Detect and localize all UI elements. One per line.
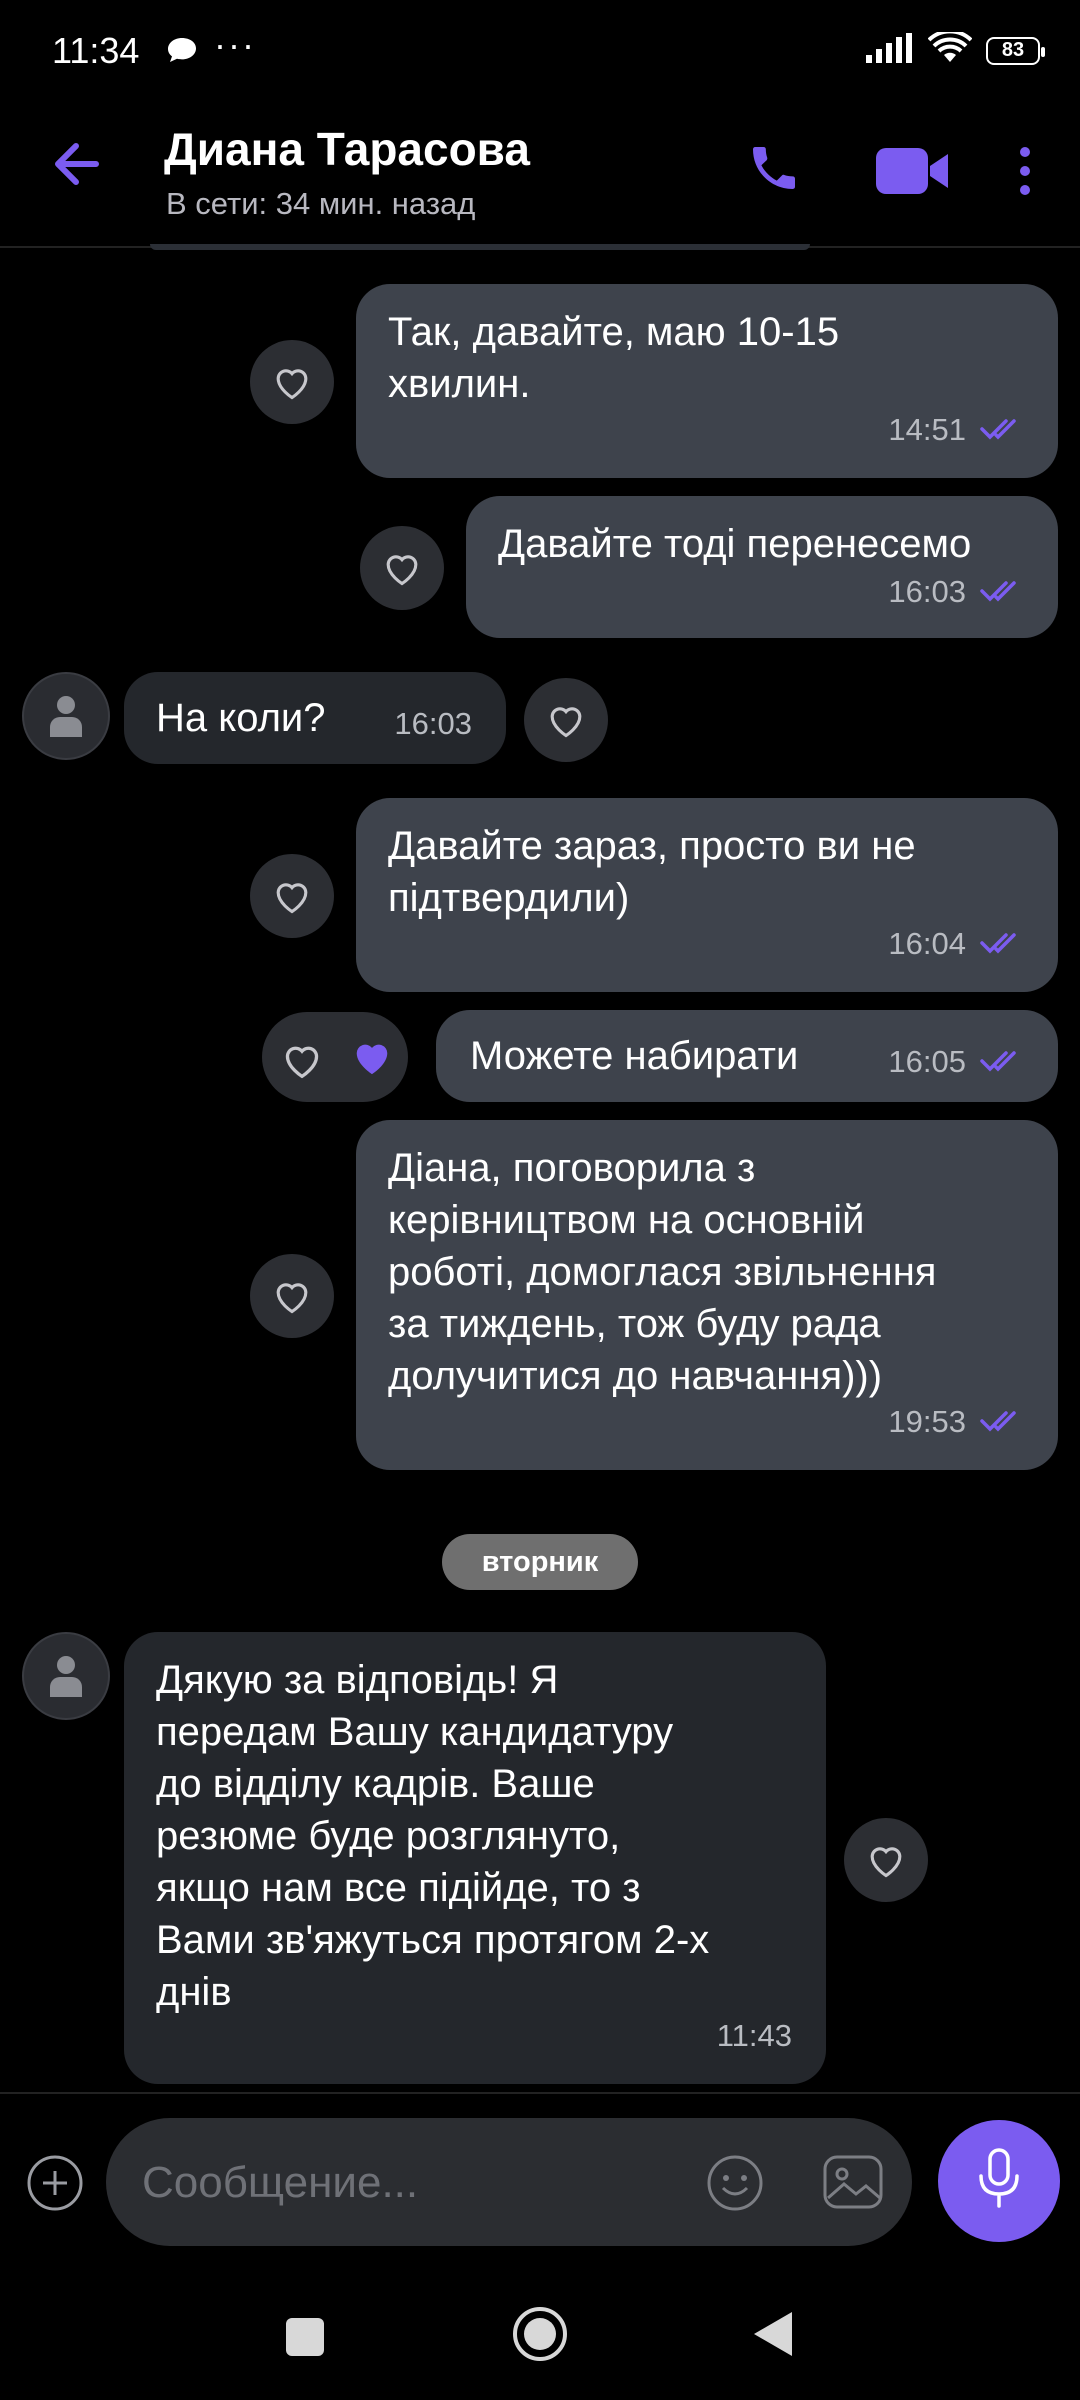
- message-text-line: передам Вашу кандидатуру: [156, 1710, 674, 1754]
- composer-divider: [0, 2092, 1080, 2094]
- message-meta: 16:03: [888, 566, 1024, 618]
- back-arrow-icon[interactable]: [52, 142, 100, 191]
- message-text-line: підтвердили): [388, 876, 630, 920]
- message-text-line: Вами зв'яжуться протягом 2-х: [156, 1918, 710, 1962]
- message-time: 16:03: [888, 574, 966, 609]
- incoming-message[interactable]: На коли? 16:03: [124, 672, 506, 764]
- message-text-line: якщо нам все підійде, то з: [156, 1866, 641, 1910]
- incoming-message[interactable]: Дякую за відповідь! Я передам Вашу канди…: [124, 1632, 826, 2084]
- double-check-icon: [980, 566, 1024, 618]
- emoji-icon[interactable]: [706, 2154, 764, 2217]
- message-time: 14:51: [888, 412, 966, 447]
- message-text-line: Дякую за відповідь! Я: [156, 1658, 559, 1702]
- contact-avatar[interactable]: [22, 1632, 110, 1720]
- outgoing-message[interactable]: Діана, поговорила з керівництвом на осно…: [356, 1120, 1058, 1470]
- liked-heart-icon[interactable]: [348, 1036, 396, 1083]
- double-check-icon: [980, 1036, 1024, 1088]
- message-meta: 19:53: [888, 1396, 1024, 1448]
- double-check-icon: [980, 918, 1024, 970]
- video-camera-icon[interactable]: [874, 146, 950, 201]
- like-heart-icon[interactable]: [250, 340, 334, 424]
- contact-status: В сети: 34 мин. назад: [166, 186, 476, 221]
- phone-icon[interactable]: [746, 140, 802, 201]
- message-meta: 14:51: [888, 404, 1024, 456]
- gallery-icon[interactable]: [822, 2154, 884, 2215]
- like-heart-icon[interactable]: [250, 1254, 334, 1338]
- microphone-icon: [977, 2147, 1021, 2215]
- message-text-line: днів: [156, 1970, 232, 2014]
- date-separator: вторник: [442, 1534, 638, 1590]
- status-icons: 83: [866, 29, 1045, 69]
- message-text-line: Давайте зараз, просто ви не: [388, 824, 916, 868]
- home-button[interactable]: [512, 2306, 568, 2367]
- message-text-line: роботі, домоглася звільнення: [388, 1250, 937, 1294]
- previous-message-edge: [150, 244, 810, 250]
- message-text-line: керівництвом на основній: [388, 1198, 865, 1242]
- message-composer[interactable]: [106, 2118, 912, 2248]
- message-time: 19:53: [888, 1404, 966, 1439]
- chat-bubble-icon: [166, 36, 198, 69]
- microphone-button[interactable]: [938, 2120, 1060, 2242]
- add-icon[interactable]: [26, 2154, 84, 2217]
- like-heart-icon[interactable]: [524, 678, 608, 762]
- message-text-line: резюме буде розглянуто,: [156, 1814, 621, 1858]
- like-heart-icon[interactable]: [844, 1818, 928, 1902]
- outgoing-message[interactable]: Так, давайте, маю 10-15 хвилин. 14:51: [356, 284, 1058, 478]
- double-check-icon: [980, 1396, 1024, 1448]
- signal-icon: [866, 33, 914, 68]
- message-time: 16:05: [888, 1044, 966, 1079]
- outgoing-message[interactable]: Давайте тоді перенесемо 16:03: [466, 496, 1058, 638]
- message-text-line: до відділу кадрів. Ваше: [156, 1762, 595, 1806]
- more-vertical-icon[interactable]: [1016, 146, 1034, 201]
- message-text-line: Так, давайте, маю 10-15: [388, 310, 840, 354]
- contact-name[interactable]: Диана Тарасова: [164, 122, 530, 176]
- message-text-line: долучитися до навчання))): [388, 1354, 883, 1398]
- message-input[interactable]: [140, 2118, 664, 2248]
- message-text-line: хвилин.: [388, 362, 531, 406]
- message-meta: 16:05: [888, 1036, 1024, 1088]
- message-time: 11:43: [716, 2018, 792, 2053]
- message-meta: 11:43: [717, 2010, 792, 2062]
- status-time: 11:34: [52, 30, 140, 71]
- wifi-icon: [927, 29, 973, 69]
- recent-apps-button[interactable]: [286, 2318, 324, 2356]
- nav-back-button[interactable]: [752, 2310, 794, 2363]
- message-text-line: Діана, поговорила з: [388, 1146, 756, 1190]
- like-heart-icon[interactable]: [280, 1040, 324, 1085]
- message-time: 16:03: [394, 706, 472, 741]
- message-text: Давайте тоді перенесемо: [498, 522, 972, 566]
- double-check-icon: [980, 404, 1024, 456]
- status-more-dots: ···: [214, 24, 256, 65]
- contact-avatar[interactable]: [22, 672, 110, 760]
- battery-icon: 83: [986, 36, 1045, 65]
- outgoing-message[interactable]: Можете набирати 16:05: [436, 1010, 1058, 1102]
- outgoing-message[interactable]: Давайте зараз, просто ви не підтвердили)…: [356, 798, 1058, 992]
- message-meta: 16:04: [888, 918, 1024, 970]
- message-time: 16:04: [888, 926, 966, 961]
- message-meta: 16:03: [394, 698, 472, 750]
- like-heart-icon[interactable]: [250, 854, 334, 938]
- message-text-line: за тиждень, тож буду рада: [388, 1302, 881, 1346]
- like-heart-icon[interactable]: [360, 526, 444, 610]
